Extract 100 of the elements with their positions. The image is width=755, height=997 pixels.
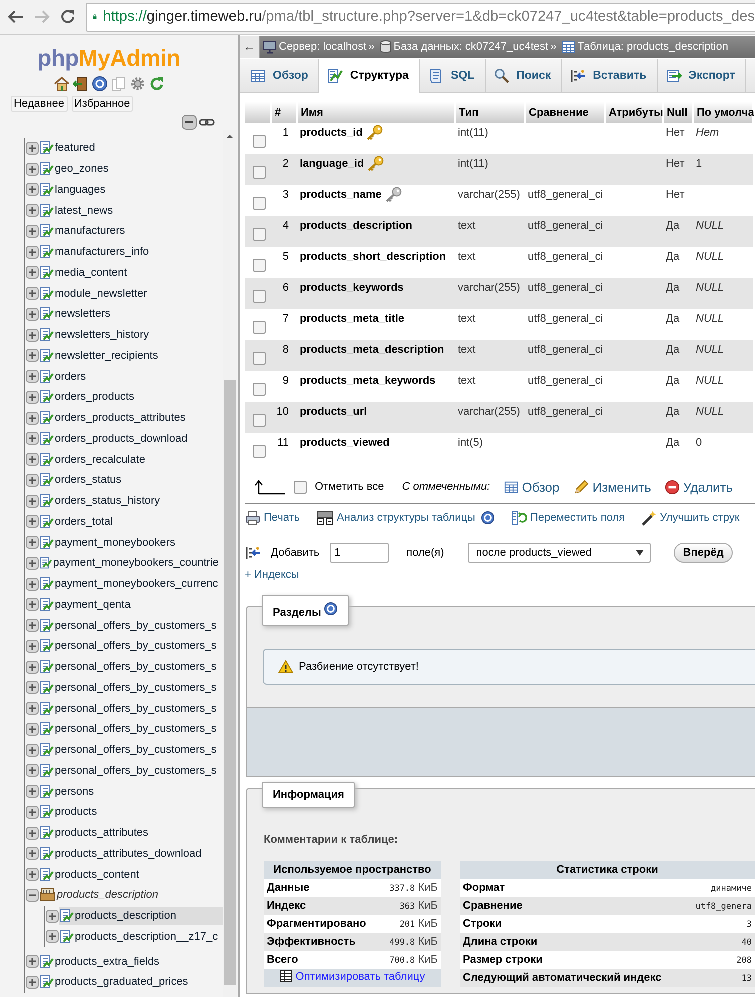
check-all-label[interactable]: Отметить все — [315, 481, 384, 493]
tree-item[interactable]: personal_offers_by_customers_s — [39, 720, 223, 738]
breadcrumb-link[interactable]: Сервер: localhost — [260, 40, 367, 54]
nav-button[interactable]: Недавнее — [11, 96, 68, 112]
column-name[interactable]: products_meta_keywords — [300, 375, 436, 387]
tree-item[interactable]: payment_qenta — [39, 596, 223, 614]
tree-item[interactable]: module_newsletter — [39, 284, 223, 303]
action-link[interactable]: Обзор — [504, 480, 560, 494]
column-header[interactable]: По умолча — [693, 102, 753, 123]
expand-icon[interactable] — [26, 287, 39, 300]
tree-item[interactable]: newsletter_recipients — [39, 346, 223, 365]
expand-icon[interactable] — [26, 224, 39, 238]
row-checkbox[interactable] — [253, 228, 266, 240]
tree-item[interactable]: products_attributes_download — [39, 844, 223, 863]
expand-icon[interactable] — [26, 453, 39, 466]
row-checkbox[interactable] — [253, 134, 266, 148]
expand-icon[interactable] — [26, 702, 39, 716]
tree-item[interactable]: products_description — [39, 886, 223, 904]
tree-item[interactable]: products_attributes — [39, 824, 223, 842]
expand-icon[interactable] — [26, 390, 39, 404]
tree-item[interactable]: products_content — [39, 866, 223, 884]
tree-item[interactable]: products_extra_fields — [39, 952, 223, 971]
breadcrumb-link[interactable]: Таблица: products_description — [558, 40, 728, 54]
tree-item[interactable]: persons — [39, 782, 223, 801]
tab[interactable]: Структура — [319, 59, 420, 93]
expand-icon[interactable] — [26, 474, 39, 487]
row-checkbox[interactable] — [253, 320, 266, 334]
tool-link[interactable]: Улучшить струк — [641, 510, 740, 526]
expand-icon[interactable] — [26, 183, 39, 196]
tree-item[interactable]: personal_offers_by_customers_s — [39, 762, 223, 780]
back-icon[interactable] — [8, 10, 24, 24]
row-checkbox[interactable] — [253, 414, 266, 426]
address-bar[interactable]: https://ginger.timeweb.ru/pma/tbl_structure.php?server=1&db=ck07247_uc4test&table=products_des — [86, 2, 755, 32]
tree-item[interactable]: payment_moneybookers_currenc — [39, 575, 223, 594]
expand-icon[interactable] — [26, 578, 39, 591]
tree-item[interactable]: personal_offers_by_customers_s — [39, 658, 223, 676]
indexes-link[interactable]: + Индексы — [245, 569, 755, 581]
expand-icon[interactable] — [26, 246, 39, 259]
expand-icon[interactable] — [46, 930, 59, 944]
tree-item[interactable]: manufacturers — [39, 222, 223, 240]
exit-icon[interactable] — [72, 76, 88, 92]
expand-icon[interactable] — [26, 412, 39, 425]
expand-icon[interactable] — [26, 370, 39, 384]
tree-item[interactable]: orders — [39, 368, 223, 386]
column-header[interactable]: Атрибуты — [605, 102, 663, 123]
tree-item[interactable]: newsletters — [39, 305, 223, 324]
help-icon[interactable] — [481, 511, 496, 525]
tree-item[interactable]: orders_total — [39, 512, 223, 531]
action-link[interactable]: Изменить — [574, 479, 652, 495]
expand-icon[interactable] — [26, 142, 39, 155]
row-checkbox[interactable] — [253, 352, 266, 364]
expand-icon[interactable] — [26, 826, 39, 840]
row-checkbox[interactable] — [253, 196, 266, 210]
expand-icon[interactable] — [26, 868, 39, 882]
nav-button[interactable]: Избранное — [72, 96, 134, 112]
expand-icon[interactable] — [26, 619, 39, 632]
expand-icon[interactable] — [26, 494, 39, 508]
tree-item[interactable]: personal_offers_by_customers_s — [39, 678, 223, 697]
column-name[interactable]: products_id — [300, 127, 363, 139]
expand-icon[interactable] — [26, 328, 39, 342]
column-name[interactable]: products_meta_title — [300, 313, 405, 325]
column-header[interactable]: # — [271, 102, 297, 123]
expand-icon[interactable] — [26, 556, 39, 570]
expand-icon[interactable] — [26, 785, 39, 798]
tree-item[interactable]: orders_recalculate — [39, 450, 223, 469]
tree-item[interactable]: personal_offers_by_customers_s — [39, 616, 223, 635]
expand-icon[interactable] — [26, 660, 39, 674]
tool-link[interactable]: Печать — [245, 510, 300, 526]
column-name[interactable]: products_short_description — [300, 251, 446, 263]
expand-icon[interactable] — [26, 162, 39, 176]
column-header[interactable]: Тип — [455, 102, 525, 123]
expand-icon[interactable] — [26, 764, 39, 778]
expand-icon[interactable] — [46, 910, 59, 923]
tree-item[interactable]: payment_moneybookers — [39, 534, 223, 552]
expand-icon[interactable] — [26, 266, 39, 280]
home-icon[interactable] — [54, 76, 70, 92]
expand-icon[interactable] — [26, 349, 39, 362]
expand-icon[interactable] — [26, 681, 39, 694]
row-checkbox[interactable] — [253, 290, 266, 302]
tree-item[interactable]: products_graduated_prices — [39, 973, 223, 992]
collapse-icon[interactable] — [26, 888, 39, 902]
help-icon[interactable] — [324, 602, 338, 616]
tree-item[interactable]: products_description — [59, 907, 223, 926]
settings-icon[interactable] — [130, 76, 146, 92]
expand-icon[interactable] — [26, 722, 39, 736]
row-checkbox[interactable] — [253, 258, 266, 272]
tab[interactable]: Вставить — [562, 59, 658, 92]
column-name[interactable]: products_url — [300, 406, 368, 418]
column-header[interactable]: Имя — [297, 102, 455, 123]
tree-item[interactable]: products_description__z17_c — [59, 928, 223, 946]
logo[interactable]: phpMyAdmin — [0, 45, 238, 71]
check-all-checkbox[interactable] — [294, 480, 307, 494]
tree-item[interactable]: media_content — [39, 264, 223, 282]
expand-icon[interactable] — [26, 432, 39, 446]
tree-item[interactable]: manufacturers_info — [39, 243, 223, 262]
tool-link[interactable]: Анализ структуры таблицы — [316, 510, 476, 526]
tree-item[interactable]: personal_offers_by_customers_s — [39, 700, 223, 718]
tree-item[interactable]: latest_news — [39, 202, 223, 220]
tree-item[interactable]: featured — [39, 139, 223, 158]
action-link[interactable]: Удалить — [665, 480, 734, 494]
